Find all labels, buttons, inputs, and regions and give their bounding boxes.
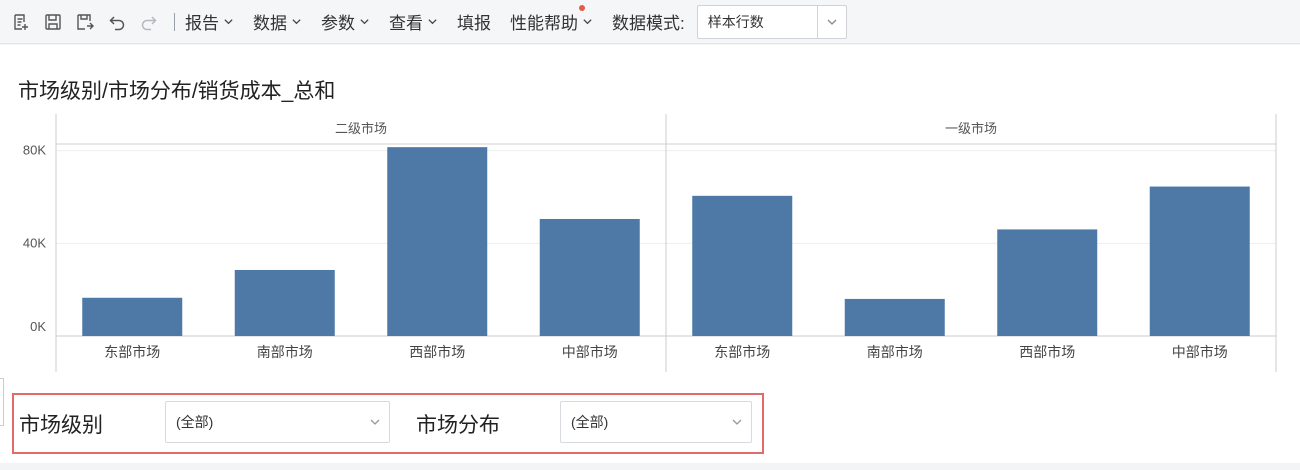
bar	[82, 297, 183, 336]
filter-label-market-level: 市场级别	[19, 414, 103, 437]
x-tick-label: 东部市场	[714, 344, 770, 360]
chevron-down-icon[interactable]	[816, 5, 846, 38]
x-tick-label: 东部市场	[104, 344, 160, 360]
menu-params[interactable]: 参数	[321, 9, 370, 34]
y-tick-label: 40K	[23, 235, 46, 250]
bar	[997, 229, 1098, 336]
menu-fill-label: 填报	[457, 14, 491, 33]
x-tick-label: 中部市场	[1172, 344, 1228, 360]
side-panel-handle[interactable]	[0, 378, 4, 426]
save-icon[interactable]	[42, 11, 64, 33]
menu-view[interactable]: 查看	[389, 9, 438, 34]
panel-header-label: 二级市场	[335, 121, 387, 136]
chevron-down-icon	[723, 416, 751, 428]
menu-data-label: 数据	[253, 14, 287, 33]
filter-select-market-region[interactable]: (全部)	[560, 401, 752, 443]
new-report-icon[interactable]	[10, 11, 32, 33]
menu-fill[interactable]: 填报	[457, 9, 491, 34]
menu-params-label: 参数	[321, 14, 355, 33]
menu-report[interactable]: 报告	[185, 9, 234, 34]
menu-data[interactable]: 数据	[253, 9, 302, 34]
bar	[692, 195, 793, 336]
filter-select-market-level[interactable]: (全部)	[165, 401, 390, 443]
menu-performance-help[interactable]: 性能帮助	[510, 5, 593, 34]
bar	[1149, 186, 1250, 336]
data-mode-label: 数据模式:	[612, 14, 685, 33]
chevron-down-icon	[224, 19, 233, 25]
x-tick-label: 西部市场	[1019, 344, 1075, 360]
redo-icon	[138, 11, 160, 33]
bar	[539, 218, 640, 336]
menu-performance-help-label: 性能帮助	[510, 14, 578, 33]
data-mode-select[interactable]: 样本行数	[696, 4, 847, 39]
chevron-down-icon	[428, 19, 437, 25]
chevron-down-icon	[360, 19, 369, 25]
notification-dot	[579, 5, 585, 11]
save-as-icon[interactable]	[74, 11, 96, 33]
filter-panel: 市场级别 (全部) 市场分布 (全部)	[12, 393, 764, 454]
filter-label-market-region: 市场分布	[416, 414, 500, 437]
panel-header-label: 一级市场	[945, 121, 997, 136]
menu-report-label: 报告	[185, 14, 219, 33]
toolbar: 报告 数据 参数 查看 填报 性能帮助 数据模式: 样本行数	[0, 0, 1300, 44]
chevron-down-icon	[583, 19, 592, 25]
x-tick-label: 西部市场	[409, 344, 465, 360]
filter-value-market-region: (全部)	[571, 414, 609, 430]
toolbar-divider	[174, 12, 175, 31]
x-tick-label: 中部市场	[562, 344, 618, 360]
x-tick-label: 南部市场	[257, 344, 313, 360]
undo-icon[interactable]	[106, 11, 128, 33]
chart-title: 市场级别/市场分布/销货成本_总和	[18, 80, 336, 103]
bar-chart: 0K 40K 80K 二级市场东部市场 南部市场 西部市场 中部市场 一级市场东部市场 南部市场…	[23, 114, 1277, 372]
chevron-down-icon	[361, 416, 389, 428]
bar	[387, 147, 488, 336]
data-mode-value: 样本行数	[707, 13, 764, 30]
bar	[844, 298, 945, 336]
y-tick-label: 0K	[30, 319, 46, 334]
filter-value-market-level: (全部)	[176, 414, 214, 430]
menu-view-label: 查看	[389, 14, 423, 33]
chevron-down-icon	[292, 19, 301, 25]
bar	[234, 269, 335, 336]
x-tick-label: 南部市场	[867, 344, 923, 360]
y-tick-label: 80K	[23, 143, 46, 158]
